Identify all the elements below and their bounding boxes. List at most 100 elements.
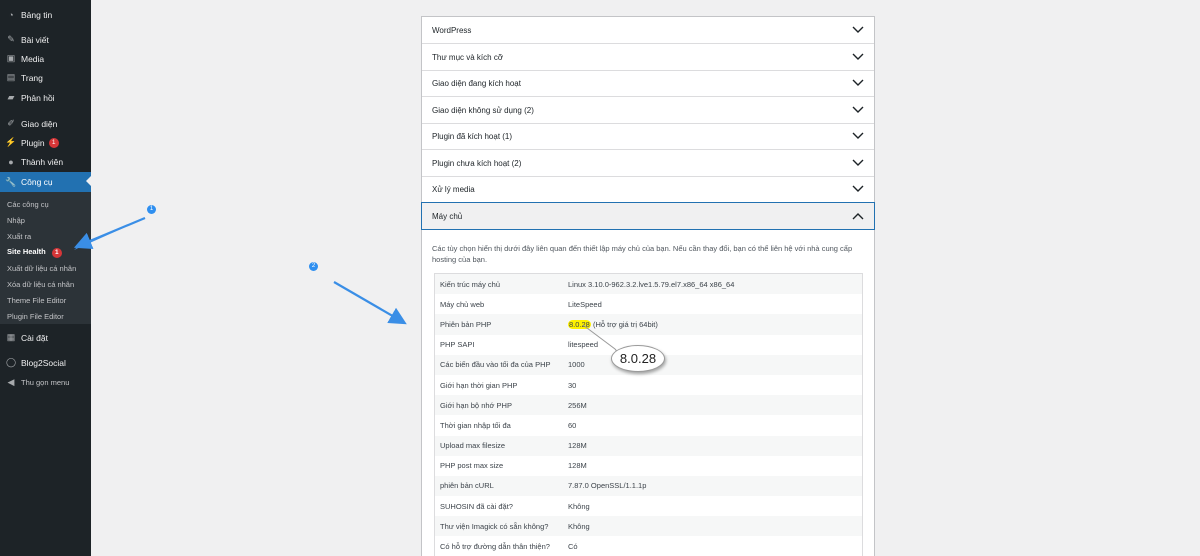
accordion-label: Plugin đã kích hoạt (1): [432, 131, 513, 141]
row-key: Giới hạn thời gian PHP: [440, 380, 518, 390]
plugin-update-badge: 1: [48, 137, 59, 148]
accordion-active-plugins[interactable]: Plugin đã kích hoạt (1): [422, 123, 874, 150]
submenu-site-health[interactable]: Site Health 1: [7, 247, 62, 258]
row-value: 7.87.0 OpenSSL/1.1.1p: [568, 481, 647, 491]
accordion-wordpress[interactable]: WordPress: [422, 17, 874, 44]
row-key: Phiên bản PHP: [440, 319, 492, 329]
menu-label: Media: [21, 53, 45, 64]
menu-label: Thu gọn menu: [21, 378, 70, 387]
menu-label: Trang: [21, 72, 43, 83]
submenu-theme-file-editor[interactable]: Theme File Editor: [7, 296, 66, 305]
table-row: phiên bản cURL 7.87.0 OpenSSL/1.1.1p: [435, 475, 862, 497]
chevron-down-icon: [852, 79, 864, 86]
page-icon: ▤: [6, 72, 16, 82]
users-icon: ●: [8, 156, 14, 167]
accordion-label: Giao diện đang kích hoạt: [432, 78, 521, 88]
row-key: phiên bản cURL: [440, 481, 494, 491]
row-key: Thời gian nhập tối đa: [440, 420, 511, 430]
table-row: Thời gian nhập tối đa 60: [435, 415, 862, 435]
menu-plugins[interactable]: ⚡ Plugin 1: [0, 133, 91, 152]
media-icon: ▣: [6, 53, 16, 63]
submenu-label: Site Health: [7, 247, 46, 256]
row-value: 256M: [568, 400, 587, 410]
row-value: Có: [568, 542, 578, 552]
submenu-import[interactable]: Nhập: [7, 216, 25, 225]
accordion-server[interactable]: Máy chủ: [421, 202, 875, 230]
chevron-down-icon: [852, 159, 864, 166]
menu-label: Phản hồi: [21, 92, 55, 103]
site-health-badge: 1: [51, 248, 62, 258]
brush-icon: ✐: [7, 118, 15, 128]
row-value: LiteSpeed: [568, 299, 602, 309]
row-key: Các biến đầu vào tối đa của PHP: [440, 360, 551, 370]
menu-users[interactable]: ● Thành viên: [0, 152, 91, 171]
submenu-export[interactable]: Xuất ra: [7, 232, 31, 241]
settings-icon: ▦: [6, 332, 16, 342]
row-key: SUHOSIN đã cài đặt?: [440, 501, 513, 511]
admin-sidebar: ◔ Bảng tin ✎ Bài viết ▣ Media ▤ Trang ▰ …: [0, 0, 91, 556]
table-row: Giới hạn thời gian PHP 30: [435, 375, 862, 395]
accordion-media-handling[interactable]: Xử lý media: [422, 176, 874, 203]
menu-pages[interactable]: ▤ Trang: [0, 68, 91, 87]
row-value: 8.0.28 (Hỗ trợ giá trị 64bit): [568, 319, 658, 329]
server-info-table: Kiến trúc máy chủ Linux 3.10.0-962.3.2.l…: [434, 273, 863, 556]
menu-media[interactable]: ▣ Media: [0, 49, 91, 68]
accordion-inactive-plugins[interactable]: Plugin chưa kích hoạt (2): [422, 150, 874, 177]
row-value: 1000: [568, 360, 585, 370]
table-row: Kiến trúc máy chủ Linux 3.10.0-962.3.2.l…: [435, 274, 862, 295]
table-row: Giới hạn bộ nhớ PHP 256M: [435, 395, 862, 416]
row-value: 60: [568, 420, 577, 430]
accordion-active-theme[interactable]: Giao diện đang kích hoạt: [422, 70, 874, 97]
menu-label: Thành viên: [21, 156, 64, 167]
wrench-icon: 🔧: [5, 176, 17, 187]
accordion-directories-sizes[interactable]: Thư mục và kích cỡ: [422, 44, 874, 71]
menu-label: Blog2Social: [21, 357, 66, 368]
menu-dashboard[interactable]: ◔ Bảng tin: [0, 5, 91, 24]
submenu-plugin-file-editor[interactable]: Plugin File Editor: [7, 312, 64, 321]
accordion-label: WordPress: [432, 25, 472, 35]
php-version-suffix: (Hỗ trợ giá trị 64bit): [590, 319, 658, 329]
menu-settings[interactable]: ▦ Cài đặt: [0, 328, 91, 347]
chevron-down-icon: [852, 185, 864, 192]
submenu-export-personal-data[interactable]: Xuất dữ liệu cá nhân: [7, 264, 76, 273]
menu-posts[interactable]: ✎ Bài viết: [0, 30, 91, 49]
table-row: Upload max filesize 128M: [435, 435, 862, 456]
table-row: Phiên bản PHP 8.0.28 (Hỗ trợ giá trị 64b…: [435, 314, 862, 335]
plugin-icon: ⚡: [5, 137, 17, 147]
step-marker-2: 2: [309, 262, 318, 271]
tools-submenu: Các công cụ Nhập Xuất ra Site Health 1 X…: [0, 192, 91, 324]
menu-label: Giao diện: [21, 118, 58, 129]
table-row: Có hỗ trợ đường dẫn thân thiện? Có: [435, 536, 862, 556]
row-value: 30: [568, 380, 577, 390]
menu-comments[interactable]: ▰ Phản hồi: [0, 88, 91, 107]
arrow-to-server-section-icon: [333, 281, 407, 325]
accordion-inactive-themes[interactable]: Giao diện không sử dụng (2): [422, 97, 874, 124]
row-key: Máy chủ web: [440, 299, 485, 309]
row-key: Upload max filesize: [440, 441, 506, 451]
table-row: PHP post max size 128M: [435, 456, 862, 476]
chevron-down-icon: [852, 106, 864, 113]
menu-tools[interactable]: 🔧 Công cụ: [0, 172, 91, 192]
row-key: Có hỗ trợ đường dẫn thân thiện?: [440, 542, 550, 552]
menu-collapse[interactable]: ◀ Thu gọn menu: [0, 373, 91, 392]
row-value: Linux 3.10.0-962.3.2.lve1.5.79.el7.x86_6…: [568, 279, 735, 289]
chevron-down-icon: [852, 26, 864, 33]
submenu-erase-personal-data[interactable]: Xóa dữ liệu cá nhân: [7, 280, 74, 289]
menu-label: Bảng tin: [21, 9, 53, 20]
row-value: litespeed: [568, 340, 599, 350]
blog2social-icon: ◯: [5, 357, 17, 367]
php-version-highlight: 8.0.28: [568, 319, 591, 329]
submenu-available-tools[interactable]: Các công cụ: [7, 200, 49, 209]
menu-label: Công cụ: [21, 177, 53, 187]
menu-label: Bài viết: [21, 34, 49, 45]
accordion-label: Thư mục và kích cỡ: [432, 52, 504, 62]
server-description: Các tùy chọn hiển thị dưới đây liên quan…: [432, 244, 853, 264]
site-health-info-panel: WordPress Thư mục và kích cỡ Giao diện đ…: [421, 16, 875, 556]
menu-label: Cài đặt: [21, 332, 48, 343]
comment-icon: ▰: [7, 92, 15, 102]
menu-label: Plugin: [21, 137, 45, 148]
row-value: 128M: [568, 441, 587, 451]
collapse-icon: ◀: [7, 377, 15, 387]
menu-appearance[interactable]: ✐ Giao diện: [0, 114, 91, 133]
menu-blog2social[interactable]: ◯ Blog2Social: [0, 353, 91, 372]
